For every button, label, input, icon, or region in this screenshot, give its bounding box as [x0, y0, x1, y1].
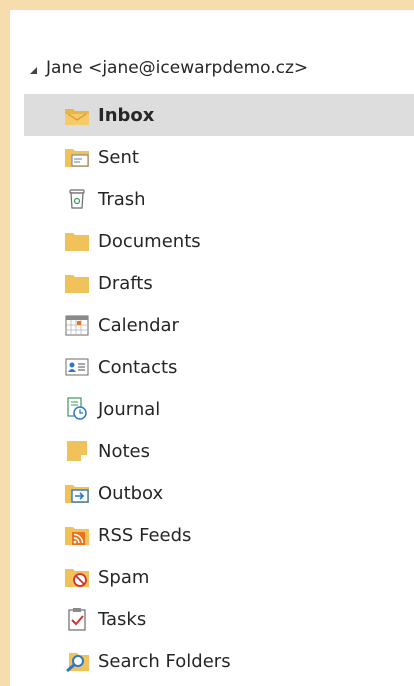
- account-header[interactable]: Jane <jane@icewarpdemo.cz>: [30, 52, 308, 84]
- spam-icon: [64, 564, 90, 590]
- folder-label: Drafts: [98, 272, 153, 294]
- folder-icon: [64, 270, 90, 296]
- folder-label: Sent: [98, 146, 139, 168]
- sent-folder-icon: [64, 144, 90, 170]
- rss-icon: [64, 522, 90, 548]
- folder-documents[interactable]: Documents: [24, 220, 414, 262]
- calendar-icon: [64, 312, 90, 338]
- account-label: Jane <jane@icewarpdemo.cz>: [46, 58, 309, 78]
- folder-calendar[interactable]: Calendar: [24, 304, 414, 346]
- folder-label: RSS Feeds: [98, 524, 192, 546]
- folder-spam[interactable]: Spam: [24, 556, 414, 598]
- folder-trash[interactable]: Trash: [24, 178, 414, 220]
- folder-label: Outbox: [98, 482, 164, 504]
- journal-icon: [64, 396, 90, 422]
- search-folder-icon: [64, 648, 90, 674]
- folder-outbox[interactable]: Outbox: [24, 472, 414, 514]
- inbox-icon: [64, 102, 90, 128]
- folder-journal[interactable]: Journal: [24, 388, 414, 430]
- collapse-arrow-icon[interactable]: [30, 66, 37, 74]
- folder-list: Inbox Sent Trash Documents Drafts Calend…: [24, 94, 414, 682]
- folder-inbox[interactable]: Inbox: [24, 94, 414, 136]
- folder-pane: Jane <jane@icewarpdemo.cz> Inbox Sent Tr…: [10, 10, 414, 686]
- folder-notes[interactable]: Notes: [24, 430, 414, 472]
- folder-label: Notes: [98, 440, 150, 462]
- folder-label: Spam: [98, 566, 150, 588]
- folder-drafts[interactable]: Drafts: [24, 262, 414, 304]
- folder-label: Tasks: [98, 608, 147, 630]
- folder-label: Inbox: [98, 104, 155, 126]
- contacts-icon: [64, 354, 90, 380]
- folder-icon: [64, 228, 90, 254]
- folder-contacts[interactable]: Contacts: [24, 346, 414, 388]
- folder-tasks[interactable]: Tasks: [24, 598, 414, 640]
- folder-label: Journal: [98, 398, 161, 420]
- notes-icon: [64, 438, 90, 464]
- folder-search-folders[interactable]: Search Folders: [24, 640, 414, 682]
- folder-sent[interactable]: Sent: [24, 136, 414, 178]
- outbox-icon: [64, 480, 90, 506]
- trash-icon: [64, 186, 90, 212]
- folder-label: Calendar: [98, 314, 179, 336]
- folder-label: Contacts: [98, 356, 178, 378]
- folder-label: Documents: [98, 230, 201, 252]
- folder-label: Trash: [98, 188, 146, 210]
- tasks-icon: [64, 606, 90, 632]
- folder-rss-feeds[interactable]: RSS Feeds: [24, 514, 414, 556]
- folder-label: Search Folders: [98, 650, 231, 672]
